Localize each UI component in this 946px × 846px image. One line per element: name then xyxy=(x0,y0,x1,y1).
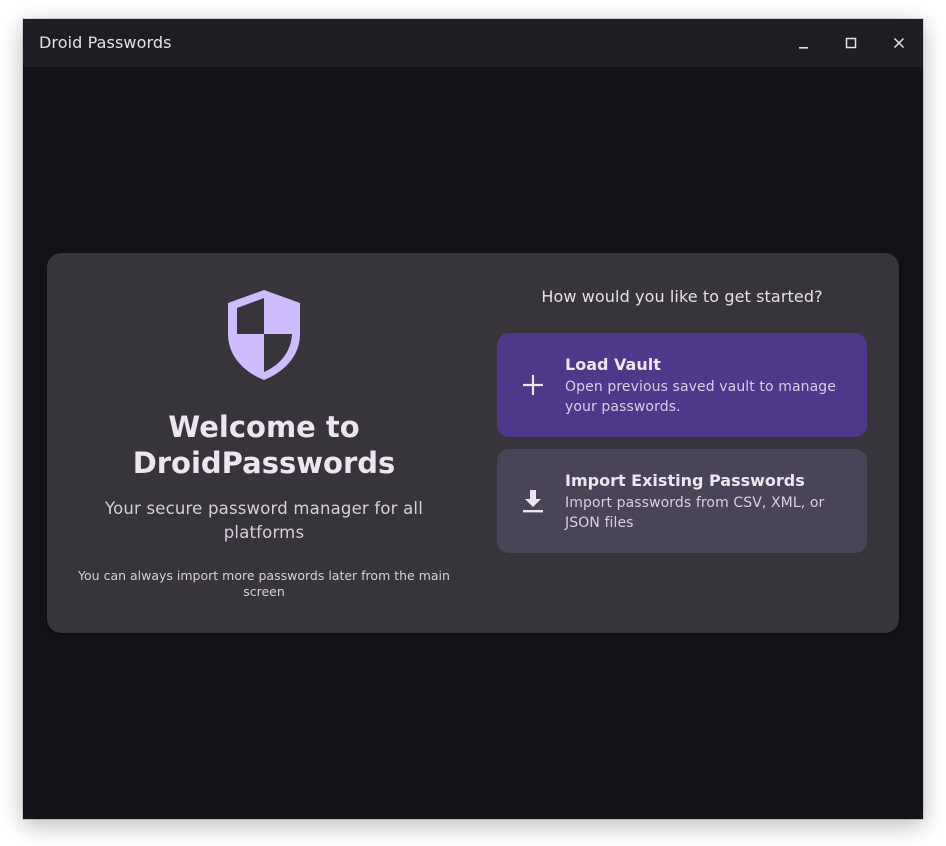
minimize-icon xyxy=(799,47,808,49)
welcome-heading-line2: DroidPasswords xyxy=(132,446,396,480)
download-icon xyxy=(523,490,543,513)
welcome-card: Welcome to DroidPasswords Your secure pa… xyxy=(47,253,899,633)
load-vault-button[interactable]: Load Vault Open previous saved vault to … xyxy=(497,333,867,437)
import-passwords-button[interactable]: Import Existing Passwords Import passwor… xyxy=(497,449,867,553)
import-passwords-title: Import Existing Passwords xyxy=(565,471,805,490)
maximize-button[interactable] xyxy=(838,31,864,55)
import-passwords-description: Import passwords from CSV, XML, or JSON … xyxy=(565,495,825,531)
load-vault-title: Load Vault xyxy=(565,355,661,374)
welcome-panel: Welcome to DroidPasswords Your secure pa… xyxy=(47,253,481,633)
plus-icon xyxy=(523,375,543,395)
app-window: Droid Passwords Welcome to DroidPassword… xyxy=(23,19,923,819)
minimize-button[interactable] xyxy=(790,31,816,55)
window-title: Droid Passwords xyxy=(39,33,172,52)
load-vault-description: Open previous saved vault to manage your… xyxy=(565,379,836,415)
shield-icon xyxy=(228,290,300,380)
get-started-panel: How would you like to get started? Load … xyxy=(497,253,867,633)
import-note: You can always import more passwords lat… xyxy=(78,568,450,599)
get-started-question: How would you like to get started? xyxy=(541,287,823,306)
close-button[interactable] xyxy=(886,31,912,55)
tagline: Your secure password manager for all pla… xyxy=(105,499,423,542)
welcome-heading-line1: Welcome to xyxy=(168,410,360,444)
maximize-icon xyxy=(845,37,857,49)
close-icon xyxy=(893,37,905,49)
title-bar[interactable]: Droid Passwords xyxy=(23,19,923,67)
welcome-heading: Welcome to DroidPasswords xyxy=(47,409,481,481)
